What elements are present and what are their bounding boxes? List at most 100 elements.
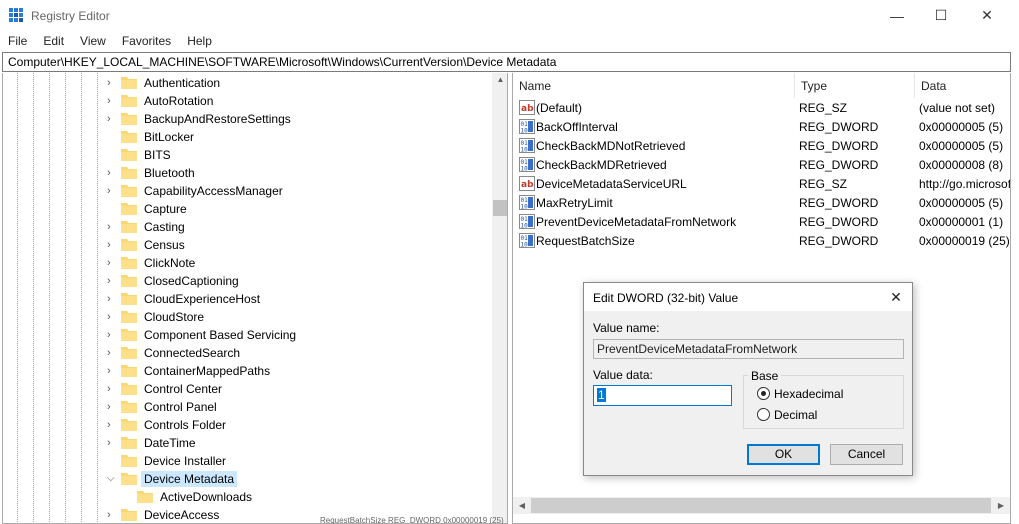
tree-item[interactable]: › ConnectedSearch <box>3 344 493 362</box>
chevron-right-icon[interactable]: › <box>107 347 117 359</box>
menu-help[interactable]: Help <box>179 31 220 51</box>
chevron-right-icon[interactable]: › <box>107 293 117 305</box>
tree-item[interactable]: Capture <box>3 200 493 218</box>
minimize-button[interactable]: — <box>874 0 920 31</box>
value-scrollbar-thumb[interactable] <box>531 498 991 513</box>
tree-item[interactable]: › ClickNote <box>3 254 493 272</box>
scroll-up-icon[interactable]: ▲ <box>492 75 507 89</box>
value-row[interactable]: 01 10 CheckBackMDNotRetrieved REG_DWORD 0x00… <box>513 136 1010 155</box>
chevron-right-icon[interactable]: › <box>107 275 117 287</box>
chevron-right-icon[interactable]: › <box>107 77 117 89</box>
tree-item-label: ClosedCaptioning <box>144 274 239 288</box>
tree-item[interactable]: › Control Panel <box>3 398 493 416</box>
tree-item[interactable]: › Component Based Servicing <box>3 326 493 344</box>
menu-favorites[interactable]: Favorites <box>114 31 179 51</box>
tree-item[interactable]: Device Installer <box>3 452 493 470</box>
tree-scrollbar[interactable]: ▲ <box>492 73 507 523</box>
chevron-right-icon[interactable]: › <box>107 419 117 431</box>
value-row[interactable]: 01 10 MaxRetryLimit REG_DWORD 0x00000005 (5) <box>513 193 1010 212</box>
tree-item[interactable]: BitLocker <box>3 128 493 146</box>
chevron-right-icon[interactable]: › <box>107 95 117 107</box>
chevron-right-icon[interactable]: › <box>107 509 117 521</box>
tree-item[interactable]: › Bluetooth <box>3 164 493 182</box>
cancel-button[interactable]: Cancel <box>830 444 903 465</box>
value-row[interactable]: 01 10 BackOffInterval REG_DWORD 0x00000005 (… <box>513 117 1010 136</box>
chevron-right-icon[interactable]: › <box>107 329 117 341</box>
menu-view[interactable]: View <box>72 31 114 51</box>
value-horizontal-scrollbar[interactable]: ◀ ▶ <box>513 497 1010 514</box>
edit-dword-dialog: Edit DWORD (32-bit) Value ✕ Value name: … <box>583 282 913 476</box>
chevron-right-icon[interactable]: › <box>107 185 117 197</box>
value-data-label: Value data: <box>593 368 653 382</box>
svg-text:10: 10 <box>521 223 529 230</box>
chevron-right-icon[interactable]: › <box>107 221 117 233</box>
value-name-label: Value name: <box>593 321 660 335</box>
tree-item[interactable]: BITS <box>3 146 493 164</box>
value-row[interactable]: 01 10 RequestBatchSize REG_DWORD 0x00000019 … <box>513 231 1010 250</box>
base-group <box>743 375 904 429</box>
decimal-label[interactable]: Decimal <box>774 408 817 422</box>
tree-item[interactable]: › ClosedCaptioning <box>3 272 493 290</box>
chevron-right-icon[interactable]: › <box>107 401 117 413</box>
tree-item[interactable]: › ContainerMappedPaths <box>3 362 493 380</box>
hexadecimal-label[interactable]: Hexadecimal <box>774 387 843 401</box>
chevron-right-icon[interactable]: › <box>107 113 117 125</box>
tree-item-label: Controls Folder <box>144 418 227 432</box>
chevron-right-icon[interactable]: › <box>107 257 117 269</box>
scroll-left-icon[interactable]: ◀ <box>515 499 529 512</box>
tree-item[interactable]: › BackupAndRestoreSettings <box>3 110 493 128</box>
value-name: DeviceMetadataServiceURL <box>536 177 687 191</box>
column-header-name[interactable]: Name <box>513 73 795 98</box>
maximize-button[interactable]: ☐ <box>918 0 964 31</box>
tree-item[interactable]: › Census <box>3 236 493 254</box>
close-button[interactable]: ✕ <box>964 0 1010 31</box>
chevron-right-icon[interactable]: › <box>107 311 117 323</box>
tree-item[interactable]: › Casting <box>3 218 493 236</box>
menu-file[interactable]: File <box>0 31 35 51</box>
tree-item[interactable]: ActiveDownloads <box>3 488 493 506</box>
binary-value-icon: 0110 <box>519 195 535 210</box>
folder-icon <box>121 455 137 467</box>
chevron-right-icon[interactable]: › <box>107 437 117 449</box>
chevron-down-icon[interactable]: ⌵ <box>107 473 117 485</box>
tree-item[interactable]: › Control Center <box>3 380 493 398</box>
menu-edit[interactable]: Edit <box>35 31 72 51</box>
chevron-right-icon[interactable]: › <box>107 383 117 395</box>
decimal-radio[interactable] <box>757 408 770 421</box>
key-tree-pane: › Authentication › AutoRotation › BackupAndRe… <box>2 73 508 524</box>
chevron-right-icon[interactable]: › <box>107 239 117 251</box>
tree-item[interactable]: › CapabilityAccessManager <box>3 182 493 200</box>
folder-icon <box>121 149 137 161</box>
chevron-right-icon[interactable]: › <box>107 365 117 377</box>
folder-icon <box>121 437 137 449</box>
tree-item[interactable]: ⌵ Device Metadata <box>3 470 493 488</box>
chevron-right-icon[interactable]: › <box>107 167 117 179</box>
tree-item-label: Casting <box>144 220 185 234</box>
tree-item[interactable]: › Authentication <box>3 74 493 92</box>
tree-item-label: ContainerMappedPaths <box>144 364 271 378</box>
scroll-right-icon[interactable]: ▶ <box>994 499 1008 512</box>
folder-icon <box>121 95 137 107</box>
value-row[interactable]: 01 10 CheckBackMDRetrieved REG_DWORD 0x00000… <box>513 155 1010 174</box>
value-row[interactable]: ab DeviceMetadataServiceURL REG_SZ http://g… <box>513 174 1010 193</box>
dialog-close-button[interactable]: ✕ <box>886 287 906 307</box>
value-data-input[interactable]: 1 <box>593 385 732 406</box>
tree-scrollbar-thumb[interactable] <box>493 200 507 216</box>
value-row[interactable]: ab (Default) REG_SZ (value not set) <box>513 98 1010 117</box>
value-row[interactable]: 01 10 PreventDeviceMetadataFromNetwork REG_… <box>513 212 1010 231</box>
folder-icon <box>121 77 137 89</box>
column-header-data[interactable]: Data <box>915 73 1010 98</box>
hexadecimal-radio[interactable] <box>757 387 770 400</box>
ok-button[interactable]: OK <box>747 444 820 465</box>
tree-item[interactable]: › AutoRotation <box>3 92 493 110</box>
tree-item[interactable]: › CloudStore <box>3 308 493 326</box>
folder-icon <box>121 473 137 485</box>
column-header-type[interactable]: Type <box>795 73 915 98</box>
folder-icon <box>121 509 137 521</box>
tree-item-label: BackupAndRestoreSettings <box>144 112 291 126</box>
tree-item[interactable]: › CloudExperienceHost <box>3 290 493 308</box>
binary-value-icon: 0110 <box>519 233 535 248</box>
address-bar[interactable]: Computer\HKEY_LOCAL_MACHINE\SOFTWARE\Mic… <box>2 52 1011 72</box>
tree-item[interactable]: › DateTime <box>3 434 493 452</box>
tree-item[interactable]: › Controls Folder <box>3 416 493 434</box>
